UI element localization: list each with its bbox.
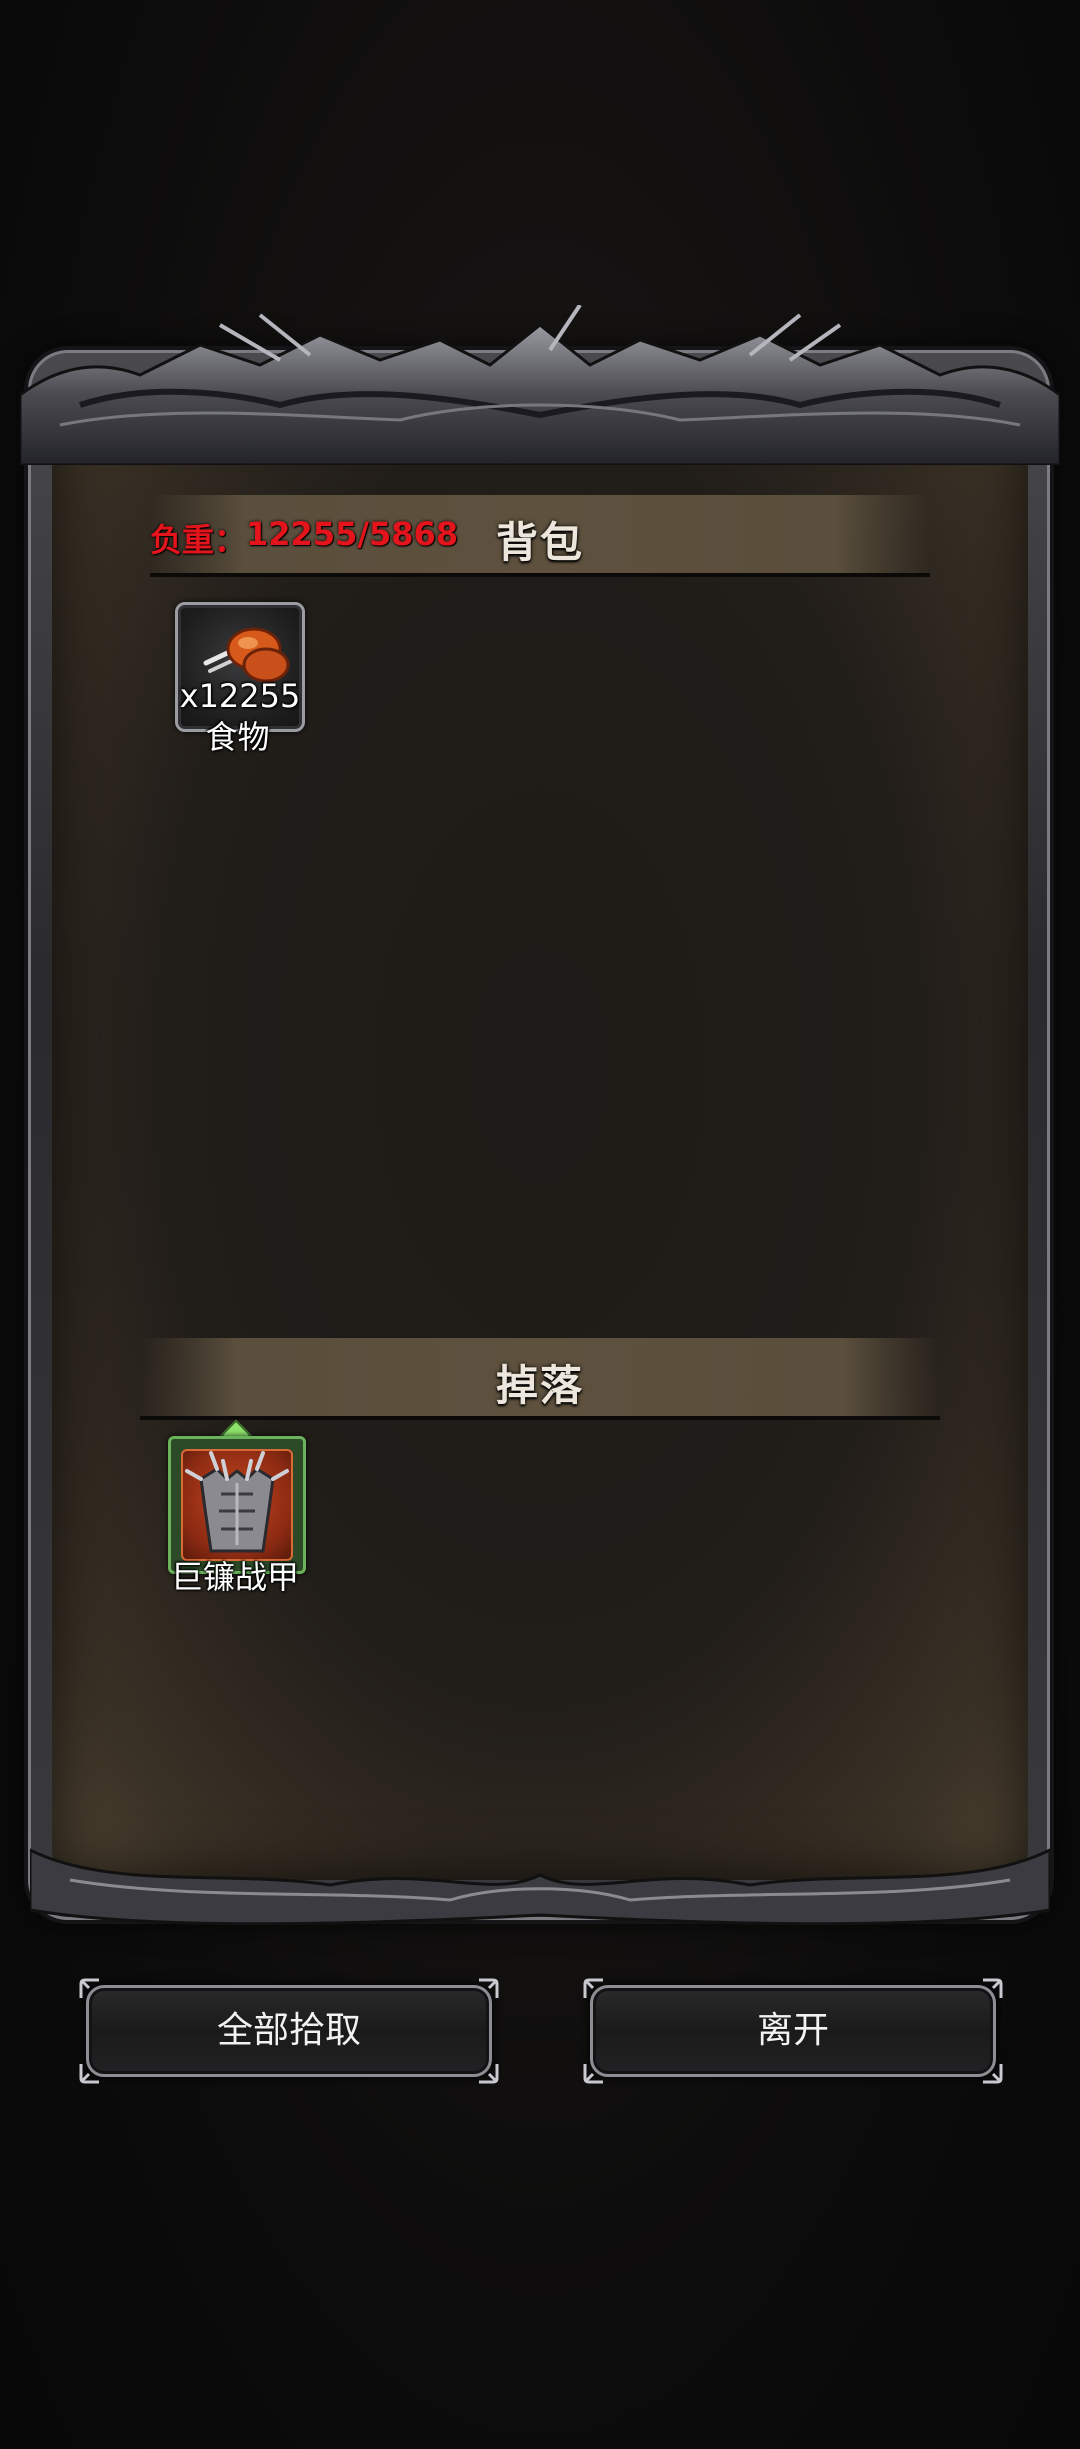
pick-all-button[interactable]: 全部拾取 — [79, 1978, 499, 2084]
food-name: 食物 — [205, 718, 270, 756]
button-corner-ornament-icon — [477, 2062, 499, 2084]
leave-label: 离开 — [756, 2010, 829, 2051]
button-corner-ornament-icon — [583, 2062, 605, 2084]
backpack-header: 负重： 12255/5868 背包 — [150, 495, 930, 577]
pick-all-label: 全部拾取 — [216, 2010, 361, 2051]
drops-title: 掉落 — [495, 1361, 584, 1410]
button-corner-ornament-icon — [79, 1978, 101, 2000]
panel-bottom-ornament — [30, 1830, 1050, 1930]
button-corner-ornament-icon — [981, 1978, 1003, 2000]
panel-top-ornament — [20, 305, 1060, 465]
leave-button[interactable]: 离开 — [583, 1978, 1003, 2084]
button-corner-ornament-icon — [583, 1978, 605, 2000]
loot-screen: 负重： 12255/5868 背包 x12255 食物 掉落 巨镰战甲 全部拾取… — [0, 0, 1080, 2449]
button-corner-ornament-icon — [477, 1978, 499, 2000]
button-corner-ornament-icon — [79, 2062, 101, 2084]
button-corner-ornament-icon — [981, 2062, 1003, 2084]
drops-header: 掉落 — [140, 1338, 940, 1420]
backpack-title: 背包 — [495, 518, 584, 567]
food-quantity: x12255 — [179, 677, 301, 715]
armor-name: 巨镰战甲 — [170, 1558, 299, 1596]
